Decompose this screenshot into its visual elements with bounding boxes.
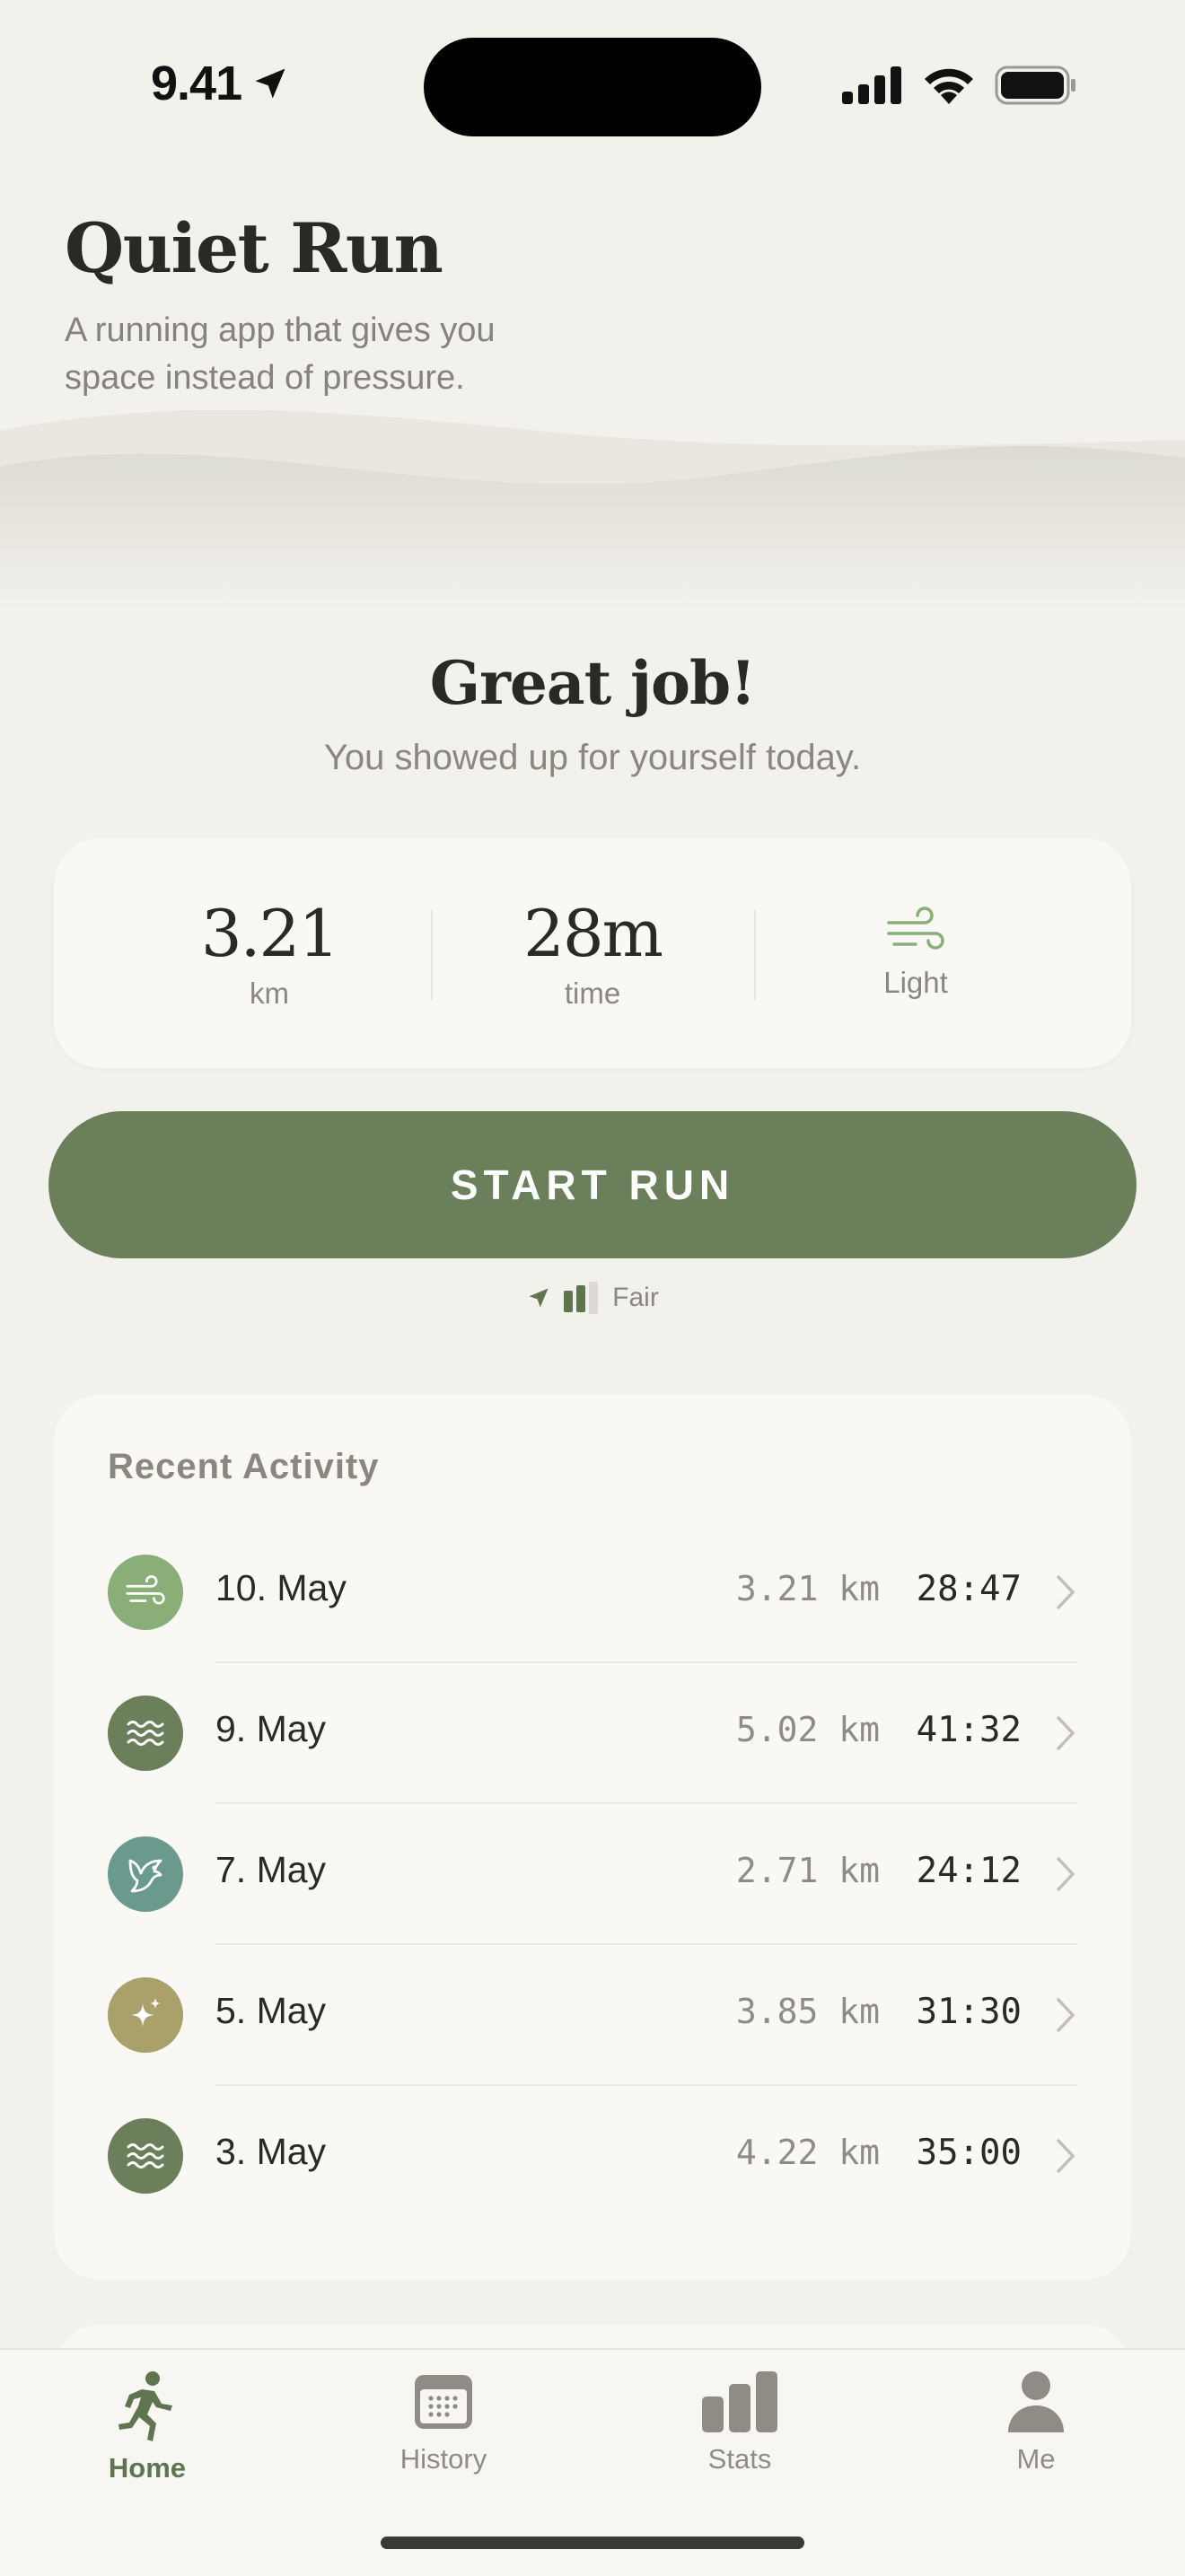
person-icon bbox=[1008, 2371, 1064, 2432]
greeting-subtitle: You showed up for yourself today. bbox=[323, 738, 862, 777]
activity-date: 7. May bbox=[215, 1849, 327, 1890]
chevron-right-icon bbox=[1057, 1857, 1075, 1891]
chevron-right-icon bbox=[1057, 1575, 1075, 1609]
activity-badge bbox=[108, 1977, 183, 2053]
activity-date: 9. May bbox=[215, 1708, 327, 1749]
activity-row[interactable]: 9. May 5.02 km 41:32 bbox=[54, 1663, 1131, 1804]
tab-history-label: History bbox=[399, 2443, 487, 2475]
calendar-icon bbox=[415, 2375, 472, 2429]
time-label: time bbox=[564, 977, 621, 1010]
activity-duration: 41:32 bbox=[916, 1710, 1022, 1750]
activity-date: 5. May bbox=[215, 1990, 327, 2031]
wind-icon bbox=[126, 1575, 165, 1605]
start-run-button[interactable]: START RUN bbox=[48, 1111, 1137, 1258]
runner-icon bbox=[118, 2371, 172, 2441]
dynamic-island bbox=[424, 38, 761, 136]
activity-distance: 4.22 km bbox=[735, 2133, 880, 2172]
tab-stats-label: Stats bbox=[707, 2443, 772, 2475]
chevron-right-icon bbox=[1057, 1998, 1075, 2032]
tab-home[interactable]: Home bbox=[40, 2370, 255, 2484]
wind-stat: Light bbox=[754, 838, 1077, 1068]
activity-distance: 2.71 km bbox=[735, 1851, 880, 1890]
recent-activity-card: Recent Activity 10. May 3.21 km 28:47 9.… bbox=[54, 1395, 1131, 2280]
chevron-right-icon bbox=[1057, 1716, 1075, 1750]
greeting-title: Great job! bbox=[429, 648, 756, 718]
activity-duration: 28:47 bbox=[916, 1569, 1022, 1609]
app-title: Quiet Run bbox=[65, 208, 443, 288]
gps-signal: Fair bbox=[0, 1282, 1185, 1314]
activity-date: 10. May bbox=[215, 1567, 347, 1608]
tab-stats[interactable]: Stats bbox=[632, 2370, 847, 2475]
activity-row[interactable]: 7. May 2.71 km 24:12 bbox=[54, 1804, 1131, 1945]
activity-badge bbox=[108, 1836, 183, 1912]
wind-label: Light bbox=[883, 966, 948, 999]
activity-distance: 3.85 km bbox=[735, 1992, 880, 2031]
battery-icon bbox=[995, 66, 1075, 105]
bar-chart-icon bbox=[702, 2371, 777, 2432]
recent-activity-title: Recent Activity bbox=[108, 1447, 380, 1486]
distance-label: km bbox=[250, 977, 289, 1010]
waves-icon bbox=[127, 1721, 164, 1746]
status-time-label: 9.41 bbox=[151, 57, 242, 110]
time-stat: 28m time bbox=[431, 838, 754, 1068]
activity-badge bbox=[108, 1555, 183, 1630]
sparkle-icon bbox=[131, 1998, 161, 2027]
header-waves-decoration bbox=[0, 409, 1185, 610]
activity-badge bbox=[108, 2118, 183, 2194]
start-run-label: START RUN bbox=[450, 1161, 735, 1208]
gps-label: Fair bbox=[612, 1283, 659, 1312]
signal-strength-icon bbox=[564, 1282, 599, 1314]
today-stats-card: 3.21 km 28m time Light bbox=[54, 838, 1131, 1068]
activity-row[interactable]: 5. May 3.85 km 31:30 bbox=[54, 1945, 1131, 2086]
status-icons bbox=[842, 65, 1077, 106]
activity-distance: 3.21 km bbox=[735, 1569, 880, 1608]
activity-duration: 24:12 bbox=[916, 1851, 1022, 1891]
wifi-icon bbox=[925, 68, 973, 104]
app-subtitle: A running app that gives you space inste… bbox=[65, 311, 496, 397]
activity-row[interactable]: 3. May 4.22 km 35:00 bbox=[54, 2086, 1131, 2227]
activity-row[interactable]: 10. May 3.21 km 28:47 bbox=[54, 1522, 1131, 1663]
tab-me[interactable]: Me bbox=[928, 2370, 1144, 2475]
location-arrow-icon bbox=[529, 1288, 549, 1308]
status-time: 9.41 bbox=[151, 56, 290, 111]
bird-icon bbox=[128, 1859, 162, 1893]
cellular-signal-icon bbox=[842, 66, 901, 104]
tab-home-label: Home bbox=[108, 2452, 187, 2484]
tab-history[interactable]: History bbox=[336, 2370, 551, 2475]
activity-badge bbox=[108, 1695, 183, 1771]
waves-icon bbox=[127, 2143, 164, 2169]
distance-stat: 3.21 km bbox=[108, 838, 431, 1068]
tab-me-label: Me bbox=[1016, 2443, 1056, 2475]
activity-duration: 31:30 bbox=[916, 1992, 1022, 2032]
activity-duration: 35:00 bbox=[916, 2133, 1022, 2173]
activity-distance: 5.02 km bbox=[735, 1710, 880, 1749]
wind-icon bbox=[887, 907, 944, 950]
home-indicator[interactable] bbox=[381, 2537, 804, 2549]
time-value: 28m bbox=[523, 896, 663, 971]
activity-date: 3. May bbox=[215, 2131, 327, 2172]
location-arrow-icon bbox=[255, 68, 285, 99]
distance-value: 3.21 bbox=[200, 896, 339, 971]
chevron-right-icon bbox=[1057, 2139, 1075, 2173]
